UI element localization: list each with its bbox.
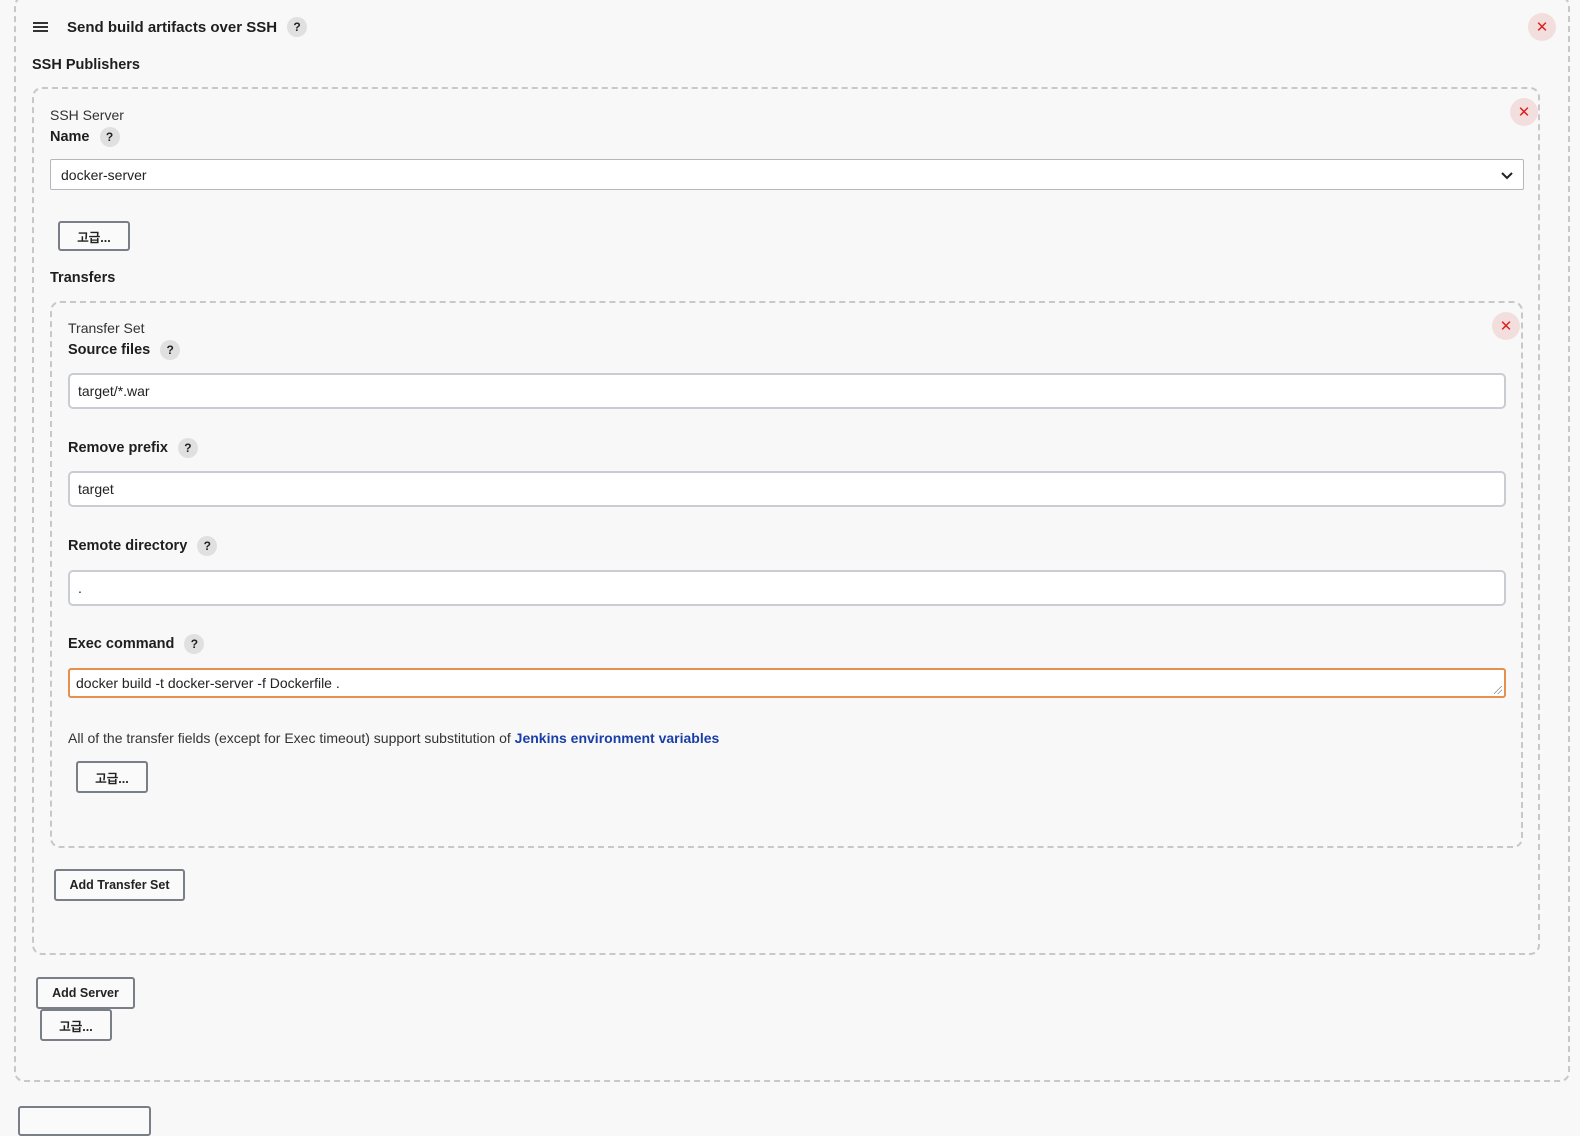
source-files-label: Source files: [68, 342, 151, 358]
server-name-help-icon[interactable]: ?: [99, 127, 120, 147]
remote-directory-input[interactable]: .: [68, 570, 1506, 606]
step-help-icon[interactable]: ?: [287, 17, 308, 37]
remove-prefix-input[interactable]: target: [68, 471, 1506, 507]
drag-handle-icon[interactable]: [33, 20, 49, 34]
source-files-input[interactable]: target/*.war: [68, 373, 1506, 409]
exec-command-label: Exec command: [68, 636, 175, 652]
jenkins-env-vars-link[interactable]: Jenkins environment variables: [515, 730, 720, 746]
step-title: Send build artifacts over SSH: [67, 18, 278, 36]
remove-prefix-label: Remove prefix: [68, 440, 168, 456]
chevron-down-icon: [1501, 167, 1513, 183]
server-advanced-button[interactable]: 고급...: [58, 221, 130, 251]
transfer-delete-button[interactable]: ✕: [1492, 312, 1520, 340]
substitution-note-text: All of the transfer fields (except for E…: [68, 730, 515, 746]
source-files-help-icon[interactable]: ?: [160, 340, 181, 360]
remote-directory-label: Remote directory: [68, 538, 188, 554]
server-name-select[interactable]: docker-server: [50, 159, 1524, 190]
transfer-advanced-button[interactable]: 고급...: [76, 761, 148, 793]
add-server-button[interactable]: Add Server: [36, 977, 135, 1009]
server-delete-button[interactable]: ✕: [1510, 98, 1538, 126]
transfers-label: Transfers: [50, 270, 116, 286]
add-transfer-set-button[interactable]: Add Transfer Set: [54, 869, 185, 901]
transfer-set-title: Transfer Set: [68, 320, 145, 336]
server-name-label: Name: [50, 129, 90, 145]
substitution-note: All of the transfer fields (except for E…: [68, 730, 719, 746]
publisher-advanced-button[interactable]: 고급...: [40, 1009, 112, 1041]
server-name-value: docker-server: [61, 166, 147, 183]
ssh-server-title: SSH Server: [50, 107, 124, 123]
step-delete-button[interactable]: ✕: [1528, 13, 1556, 41]
exec-command-textarea[interactable]: docker build -t docker-server -f Dockerf…: [68, 668, 1506, 698]
remove-prefix-help-icon[interactable]: ?: [177, 438, 198, 458]
resize-handle-icon[interactable]: [1494, 686, 1502, 694]
exec-command-value: docker build -t docker-server -f Dockerf…: [76, 675, 340, 691]
remote-directory-help-icon[interactable]: ?: [197, 536, 218, 556]
ssh-publishers-label: SSH Publishers: [32, 57, 140, 73]
add-build-step-button[interactable]: [18, 1106, 151, 1136]
exec-command-help-icon[interactable]: ?: [184, 634, 205, 654]
